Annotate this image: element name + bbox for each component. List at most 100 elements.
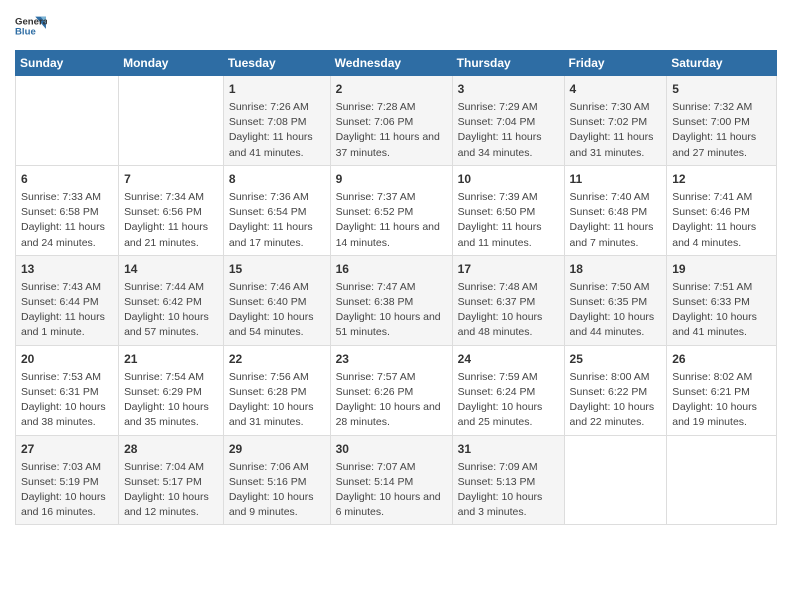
- day-number: 28: [124, 440, 218, 458]
- day-content: Sunrise: 7:44 AM Sunset: 6:42 PM Dayligh…: [124, 280, 218, 341]
- day-number: 16: [336, 260, 447, 278]
- calendar-cell: 20 Sunrise: 7:53 AM Sunset: 6:31 PM Dayli…: [16, 345, 119, 435]
- calendar-cell: 4Sunrise: 7:30 AM Sunset: 7:02 PM Daylig…: [564, 76, 667, 166]
- day-number: 12: [672, 170, 771, 188]
- day-content: Sunrise: 7:36 AM Sunset: 6:54 PM Dayligh…: [229, 190, 325, 251]
- day-number: 18: [570, 260, 662, 278]
- day-number: 9: [336, 170, 447, 188]
- day-content: Sunrise: 7:28 AM Sunset: 7:06 PM Dayligh…: [336, 100, 447, 161]
- calendar-table: SundayMondayTuesdayWednesdayThursdayFrid…: [15, 50, 777, 525]
- day-content: Sunrise: 7:56 AM Sunset: 6:28 PM Dayligh…: [229, 370, 325, 431]
- calendar-week-row: 20 Sunrise: 7:53 AM Sunset: 6:31 PM Dayli…: [16, 345, 777, 435]
- calendar-cell: 29 Sunrise: 7:06 AM Sunset: 5:16 PM Dayli…: [223, 435, 330, 525]
- calendar-cell: 28 Sunrise: 7:04 AM Sunset: 5:17 PM Dayli…: [119, 435, 224, 525]
- day-content: Sunrise: 7:59 AM Sunset: 6:24 PM Dayligh…: [458, 370, 559, 431]
- day-number: 2: [336, 80, 447, 98]
- day-content: Sunrise: 8:00 AM Sunset: 6:22 PM Dayligh…: [570, 370, 662, 431]
- day-number: 6: [21, 170, 113, 188]
- calendar-cell: 3 Sunrise: 7:29 AM Sunset: 7:04 PM Daylig…: [452, 76, 564, 166]
- day-content: Sunrise: 8:02 AM Sunset: 6:21 PM Dayligh…: [672, 370, 771, 431]
- day-content: Sunrise: 7:30 AM Sunset: 7:02 PM Dayligh…: [570, 100, 662, 161]
- header-cell-sunday: Sunday: [16, 51, 119, 76]
- calendar-cell: 1Sunrise: 7:26 AM Sunset: 7:08 PM Daylig…: [223, 76, 330, 166]
- calendar-cell: 13 Sunrise: 7:43 AM Sunset: 6:44 PM Dayli…: [16, 255, 119, 345]
- day-content: Sunrise: 7:04 AM Sunset: 5:17 PM Dayligh…: [124, 460, 218, 521]
- calendar-cell: 25 Sunrise: 8:00 AM Sunset: 6:22 PM Dayli…: [564, 345, 667, 435]
- day-number: 23: [336, 350, 447, 368]
- calendar-cell: 2 Sunrise: 7:28 AM Sunset: 7:06 PM Daylig…: [330, 76, 452, 166]
- day-content: Sunrise: 7:39 AM Sunset: 6:50 PM Dayligh…: [458, 190, 559, 251]
- day-number: 19: [672, 260, 771, 278]
- day-number: 25: [570, 350, 662, 368]
- day-content: Sunrise: 7:03 AM Sunset: 5:19 PM Dayligh…: [21, 460, 113, 521]
- calendar-cell: 8 Sunrise: 7:36 AM Sunset: 6:54 PM Daylig…: [223, 165, 330, 255]
- calendar-cell: 27 Sunrise: 7:03 AM Sunset: 5:19 PM Dayli…: [16, 435, 119, 525]
- day-number: 10: [458, 170, 559, 188]
- calendar-cell: 19 Sunrise: 7:51 AM Sunset: 6:33 PM Dayli…: [667, 255, 777, 345]
- day-number: 1: [229, 80, 325, 98]
- calendar-cell: 16 Sunrise: 7:47 AM Sunset: 6:38 PM Dayli…: [330, 255, 452, 345]
- day-number: 3: [458, 80, 559, 98]
- day-content: Sunrise: 7:32 AM Sunset: 7:00 PM Dayligh…: [672, 100, 771, 161]
- calendar-cell: 9 Sunrise: 7:37 AM Sunset: 6:52 PM Daylig…: [330, 165, 452, 255]
- calendar-cell: 24Sunrise: 7:59 AM Sunset: 6:24 PM Dayli…: [452, 345, 564, 435]
- calendar-cell: 15Sunrise: 7:46 AM Sunset: 6:40 PM Dayli…: [223, 255, 330, 345]
- day-content: Sunrise: 7:46 AM Sunset: 6:40 PM Dayligh…: [229, 280, 325, 341]
- calendar-cell: 26 Sunrise: 8:02 AM Sunset: 6:21 PM Dayli…: [667, 345, 777, 435]
- header-cell-thursday: Thursday: [452, 51, 564, 76]
- day-content: Sunrise: 7:40 AM Sunset: 6:48 PM Dayligh…: [570, 190, 662, 251]
- calendar-cell: 31 Sunrise: 7:09 AM Sunset: 5:13 PM Dayli…: [452, 435, 564, 525]
- day-number: 31: [458, 440, 559, 458]
- calendar-cell: 17 Sunrise: 7:48 AM Sunset: 6:37 PM Dayli…: [452, 255, 564, 345]
- day-content: Sunrise: 7:09 AM Sunset: 5:13 PM Dayligh…: [458, 460, 559, 521]
- day-content: Sunrise: 7:51 AM Sunset: 6:33 PM Dayligh…: [672, 280, 771, 341]
- day-number: 7: [124, 170, 218, 188]
- calendar-week-row: 13 Sunrise: 7:43 AM Sunset: 6:44 PM Dayli…: [16, 255, 777, 345]
- day-content: Sunrise: 7:47 AM Sunset: 6:38 PM Dayligh…: [336, 280, 447, 341]
- calendar-week-row: 6 Sunrise: 7:33 AM Sunset: 6:58 PM Daylig…: [16, 165, 777, 255]
- day-content: Sunrise: 7:37 AM Sunset: 6:52 PM Dayligh…: [336, 190, 447, 251]
- day-number: 17: [458, 260, 559, 278]
- day-number: 29: [229, 440, 325, 458]
- day-content: Sunrise: 7:57 AM Sunset: 6:26 PM Dayligh…: [336, 370, 447, 431]
- day-content: Sunrise: 7:48 AM Sunset: 6:37 PM Dayligh…: [458, 280, 559, 341]
- day-number: 14: [124, 260, 218, 278]
- day-number: 27: [21, 440, 113, 458]
- day-content: Sunrise: 7:50 AM Sunset: 6:35 PM Dayligh…: [570, 280, 662, 341]
- day-number: 8: [229, 170, 325, 188]
- day-number: 5: [672, 80, 771, 98]
- calendar-cell: 30Sunrise: 7:07 AM Sunset: 5:14 PM Dayli…: [330, 435, 452, 525]
- day-content: Sunrise: 7:54 AM Sunset: 6:29 PM Dayligh…: [124, 370, 218, 431]
- header-row: SundayMondayTuesdayWednesdayThursdayFrid…: [16, 51, 777, 76]
- page-header: GeneralBlue: [15, 10, 777, 42]
- calendar-week-row: 27 Sunrise: 7:03 AM Sunset: 5:19 PM Dayli…: [16, 435, 777, 525]
- calendar-cell: 11Sunrise: 7:40 AM Sunset: 6:48 PM Dayli…: [564, 165, 667, 255]
- day-content: Sunrise: 7:33 AM Sunset: 6:58 PM Dayligh…: [21, 190, 113, 251]
- header-cell-tuesday: Tuesday: [223, 51, 330, 76]
- calendar-cell: 12Sunrise: 7:41 AM Sunset: 6:46 PM Dayli…: [667, 165, 777, 255]
- day-content: Sunrise: 7:53 AM Sunset: 6:31 PM Dayligh…: [21, 370, 113, 431]
- calendar-cell: 14 Sunrise: 7:44 AM Sunset: 6:42 PM Dayli…: [119, 255, 224, 345]
- calendar-cell: 22 Sunrise: 7:56 AM Sunset: 6:28 PM Dayli…: [223, 345, 330, 435]
- header-cell-wednesday: Wednesday: [330, 51, 452, 76]
- header-cell-saturday: Saturday: [667, 51, 777, 76]
- calendar-cell: 18 Sunrise: 7:50 AM Sunset: 6:35 PM Dayli…: [564, 255, 667, 345]
- day-content: Sunrise: 7:43 AM Sunset: 6:44 PM Dayligh…: [21, 280, 113, 341]
- day-content: Sunrise: 7:29 AM Sunset: 7:04 PM Dayligh…: [458, 100, 559, 161]
- day-content: Sunrise: 7:34 AM Sunset: 6:56 PM Dayligh…: [124, 190, 218, 251]
- svg-text:Blue: Blue: [15, 26, 36, 37]
- calendar-cell: 6 Sunrise: 7:33 AM Sunset: 6:58 PM Daylig…: [16, 165, 119, 255]
- day-number: 22: [229, 350, 325, 368]
- calendar-cell: 7 Sunrise: 7:34 AM Sunset: 6:56 PM Daylig…: [119, 165, 224, 255]
- day-number: 26: [672, 350, 771, 368]
- day-content: Sunrise: 7:06 AM Sunset: 5:16 PM Dayligh…: [229, 460, 325, 521]
- day-number: 21: [124, 350, 218, 368]
- header-cell-monday: Monday: [119, 51, 224, 76]
- calendar-cell: 23 Sunrise: 7:57 AM Sunset: 6:26 PM Dayli…: [330, 345, 452, 435]
- calendar-cell: 10 Sunrise: 7:39 AM Sunset: 6:50 PM Dayli…: [452, 165, 564, 255]
- day-number: 20: [21, 350, 113, 368]
- calendar-cell: [667, 435, 777, 525]
- day-number: 13: [21, 260, 113, 278]
- calendar-cell: [16, 76, 119, 166]
- calendar-week-row: 1Sunrise: 7:26 AM Sunset: 7:08 PM Daylig…: [16, 76, 777, 166]
